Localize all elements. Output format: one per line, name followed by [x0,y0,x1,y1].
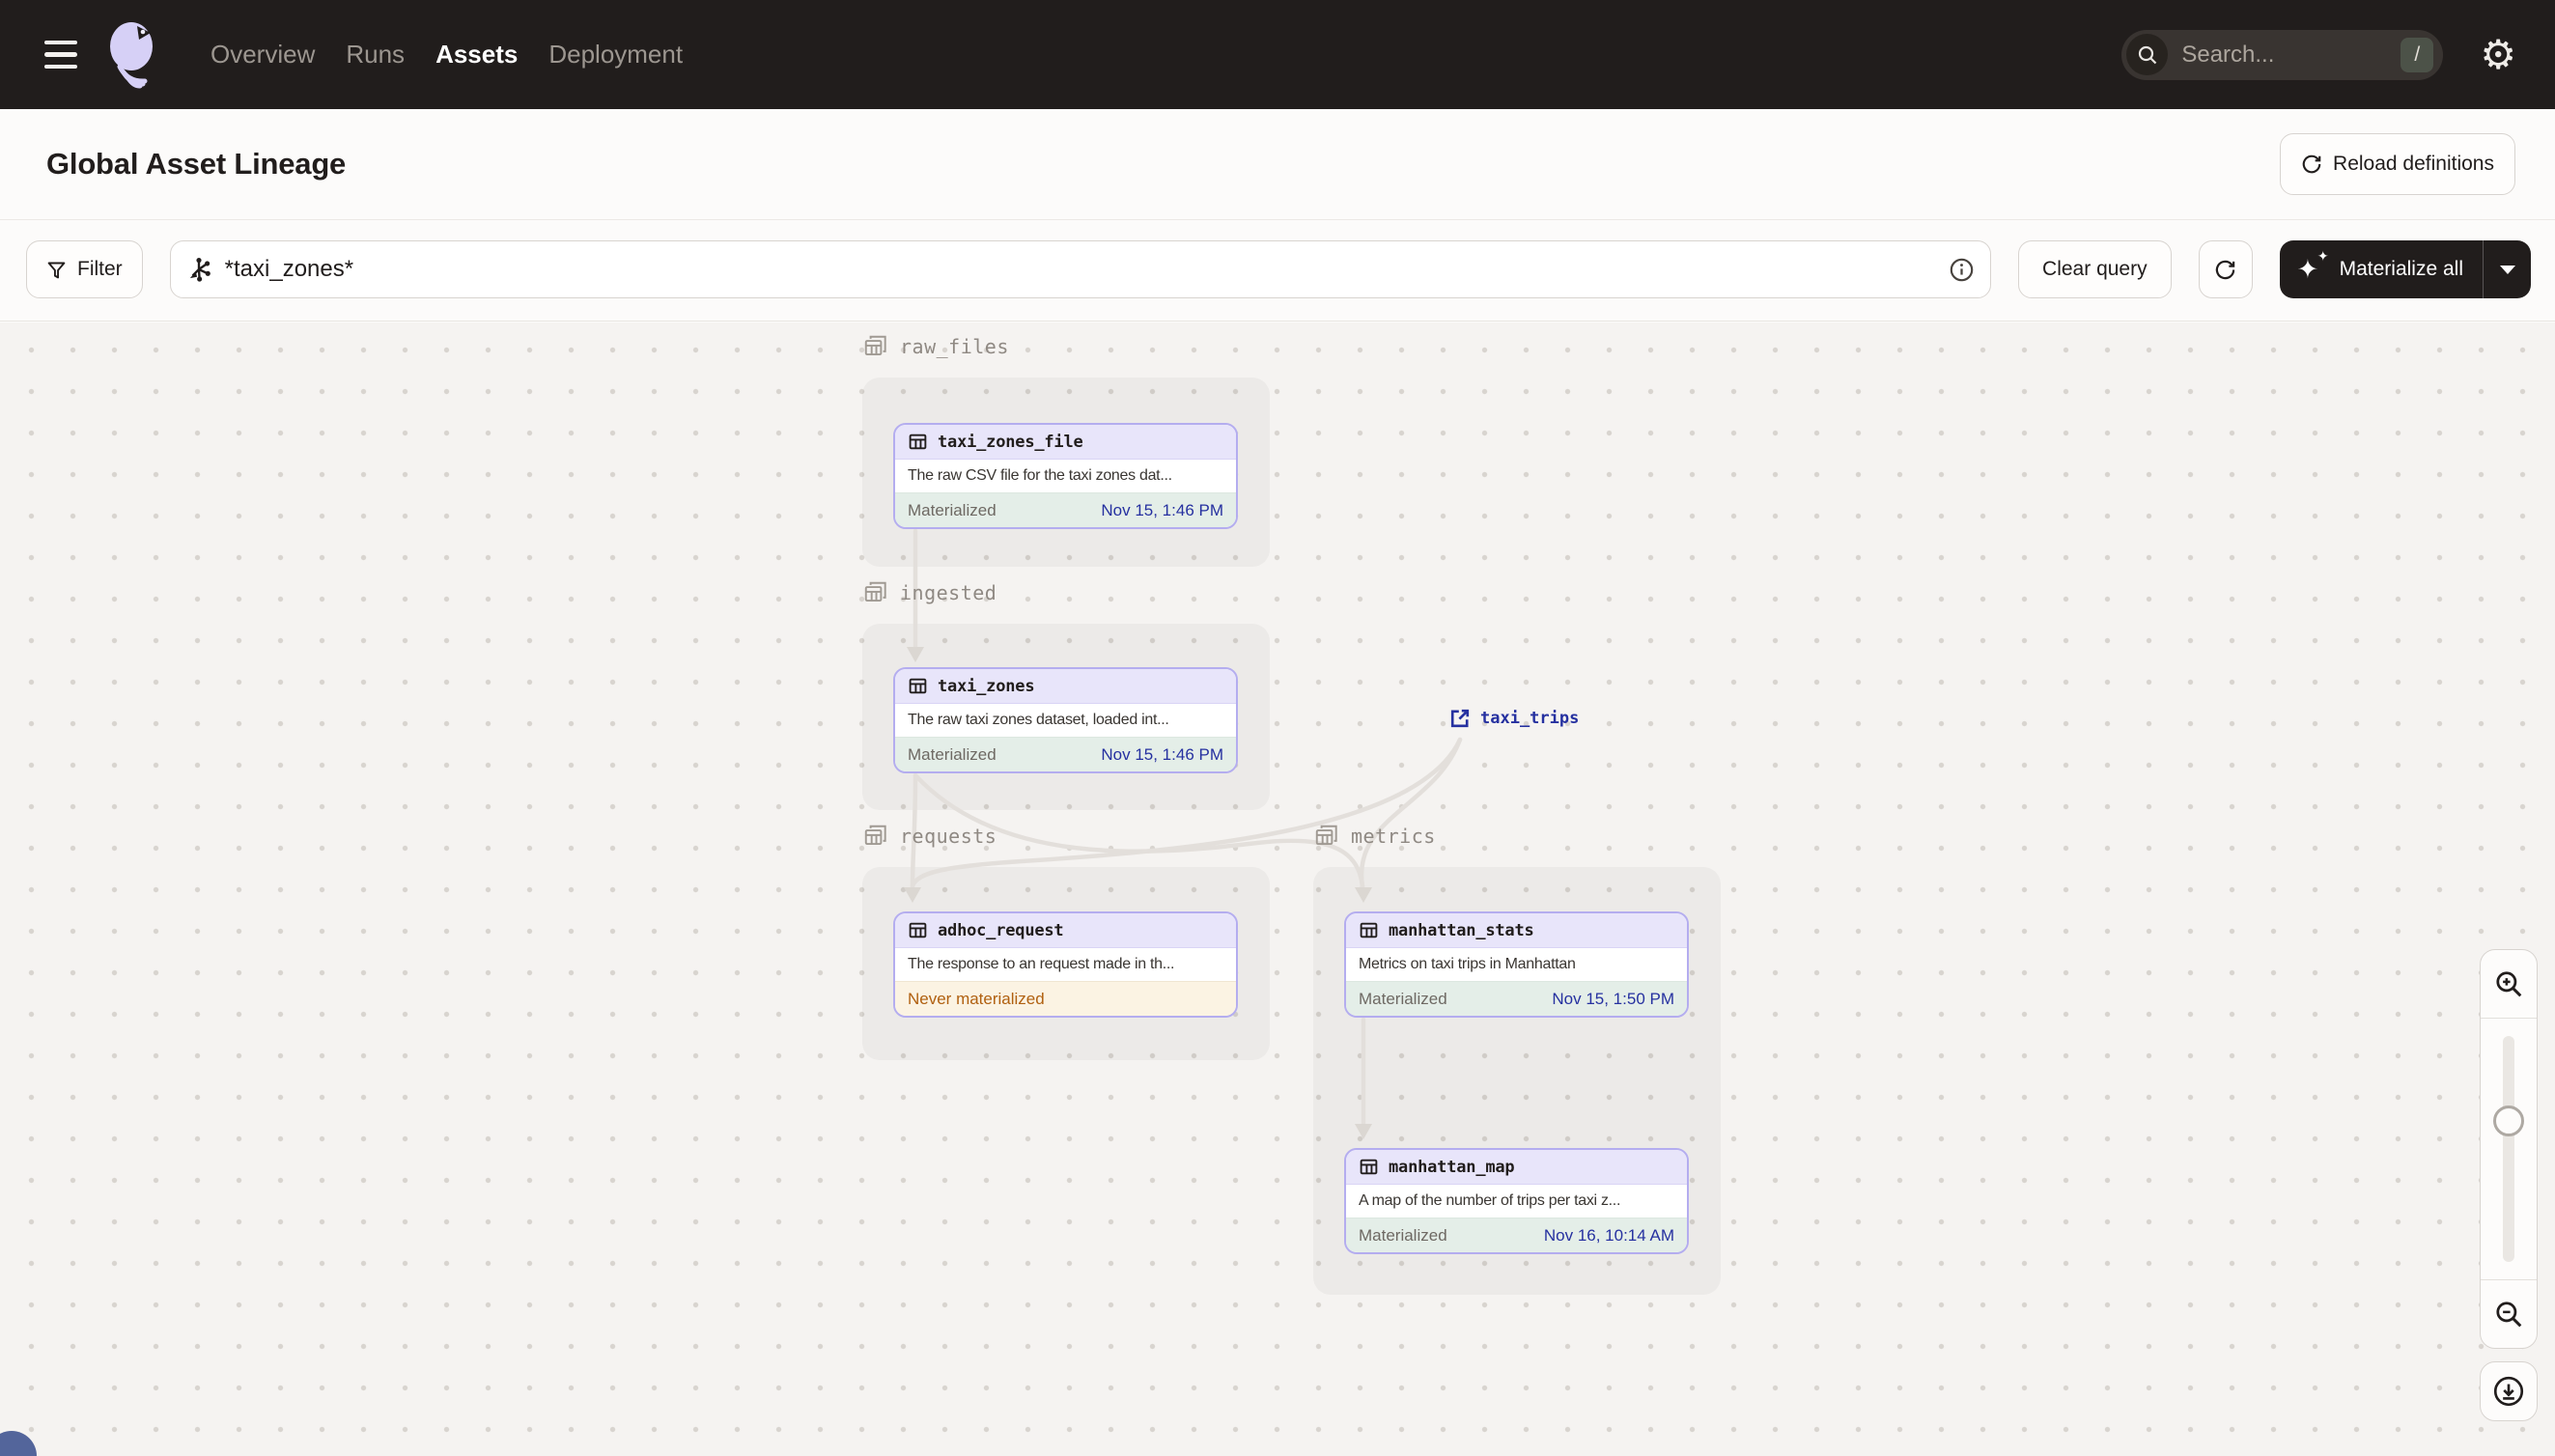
asset-timestamp[interactable]: Nov 15, 1:46 PM [1101,501,1223,520]
materialize-all-button[interactable]: ✦ ✦ Materialize all [2280,240,2483,298]
lineage-canvas[interactable]: raw_files ingested requests metrics taxi… [0,322,2555,1456]
asset-group-icon [862,333,889,360]
search-shortcut-badge: / [2401,37,2434,72]
asset-name: manhattan_stats [1389,920,1534,940]
search-icon [2126,34,2169,75]
group-name: raw_files [900,335,1009,358]
lineage-edges [904,528,1463,1139]
table-icon [1359,1157,1379,1177]
zoom-controls [2480,949,2538,1421]
zoom-in-icon [2493,968,2524,999]
group-label-requests[interactable]: requests [862,823,997,850]
filter-button[interactable]: Filter [26,240,143,298]
asset-timestamp[interactable]: Nov 16, 10:14 AM [1544,1226,1674,1246]
reload-definitions-label: Reload definitions [2333,153,2494,175]
asset-timestamp[interactable]: Nov 15, 1:50 PM [1552,990,1674,1009]
zoom-slider[interactable] [2481,1018,2537,1280]
nav-link-overview[interactable]: Overview [211,40,315,70]
refresh-icon [2301,154,2322,175]
group-name: requests [900,825,997,848]
external-asset-taxi_trips[interactable]: taxi_trips [1448,707,1579,730]
nav-links: Overview Runs Assets Deployment [211,40,683,70]
page-title: Global Asset Lineage [46,147,347,181]
zoom-out-icon [2493,1299,2524,1330]
asset-status: Materialized [1359,989,1447,1008]
materialize-split-button: ✦ ✦ Materialize all [2279,240,2531,298]
refresh-graph-button[interactable] [2198,240,2253,298]
asset-name: manhattan_map [1389,1157,1515,1177]
asset-status: Materialized [1359,1225,1447,1245]
chevron-down-icon [2499,265,2515,274]
asset-group-icon [862,579,889,606]
dagster-logo[interactable] [102,20,164,90]
nav-link-runs[interactable]: Runs [346,40,405,70]
asset-description: The raw CSV file for the taxi zones dat.… [908,467,1172,484]
zoom-slider-handle[interactable] [2493,1106,2524,1136]
download-view-button[interactable] [2480,1361,2538,1421]
query-info-icon[interactable] [1949,257,1975,283]
sparkles-icon: ✦ ✦ [2296,249,2329,285]
nav-link-assets[interactable]: Assets [435,40,518,70]
reload-definitions-button[interactable]: Reload definitions [2280,133,2515,195]
asset-description: Metrics on taxi trips in Manhattan [1359,956,1576,972]
asset-description: The response to an request made in th... [908,956,1175,972]
settings-gear-icon[interactable]: ⚙ [2480,34,2516,75]
search-input[interactable] [2181,41,2401,69]
table-icon [908,432,928,452]
asset-node-taxi_zones_file[interactable]: taxi_zones_file The raw CSV file for the… [893,423,1238,529]
asset-query-field[interactable] [169,240,1992,298]
filter-funnel-icon [47,262,66,278]
asset-description: The raw taxi zones dataset, loaded int..… [908,712,1169,728]
page-header: Global Asset Lineage Reload definitions [0,109,2555,220]
group-name: ingested [900,581,997,604]
help-widget-corner[interactable] [0,1431,37,1456]
nav-link-deployment[interactable]: Deployment [548,40,683,70]
clear-query-button[interactable]: Clear query [2018,240,2172,298]
group-label-ingested[interactable]: ingested [862,579,997,606]
download-icon [2493,1376,2524,1407]
global-search[interactable]: / [2121,29,2444,80]
asset-status: Materialized [908,744,997,764]
asset-status: Materialized [908,500,997,519]
asset-timestamp[interactable]: Nov 15, 1:46 PM [1101,745,1223,765]
table-icon [908,920,928,940]
asset-status: Never materialized [908,989,1045,1008]
group-label-metrics[interactable]: metrics [1313,823,1436,850]
group-name: metrics [1351,825,1436,848]
asset-query-input[interactable] [224,256,1937,283]
asset-group-icon [862,823,889,850]
refresh-icon [2214,259,2236,281]
lineage-toolbar: Filter Clear query ✦✦ [0,220,2555,322]
group-label-raw_files[interactable]: raw_files [862,333,1009,360]
zoom-out-button[interactable] [2481,1280,2537,1348]
asset-name: taxi_zones [938,676,1035,696]
graph-query-icon [189,257,211,282]
asset-node-manhattan_stats[interactable]: manhattan_stats Metrics on taxi trips in… [1344,911,1689,1018]
external-link-icon [1448,707,1472,730]
menu-hamburger-icon[interactable] [44,40,77,70]
asset-node-adhoc_request[interactable]: adhoc_request The response to an request… [893,911,1238,1018]
asset-name: taxi_zones_file [938,432,1083,452]
filter-label: Filter [77,258,123,280]
table-icon [908,676,928,696]
table-icon [1359,920,1379,940]
external-asset-name: taxi_trips [1480,709,1580,728]
asset-group-icon [1313,823,1340,850]
materialize-all-label: Materialize all [2339,258,2463,280]
top-nav: Overview Runs Assets Deployment / ⚙ [0,0,2555,109]
asset-name: adhoc_request [938,920,1064,940]
asset-description: A map of the number of trips per taxi z.… [1359,1192,1621,1209]
clear-query-label: Clear query [2042,258,2148,280]
zoom-slider-track [2503,1036,2514,1262]
materialize-dropdown-button[interactable] [2483,240,2531,298]
asset-node-manhattan_map[interactable]: manhattan_map A map of the number of tri… [1344,1148,1689,1254]
zoom-in-button[interactable] [2481,950,2537,1018]
asset-node-taxi_zones[interactable]: taxi_zones The raw taxi zones dataset, l… [893,667,1238,773]
